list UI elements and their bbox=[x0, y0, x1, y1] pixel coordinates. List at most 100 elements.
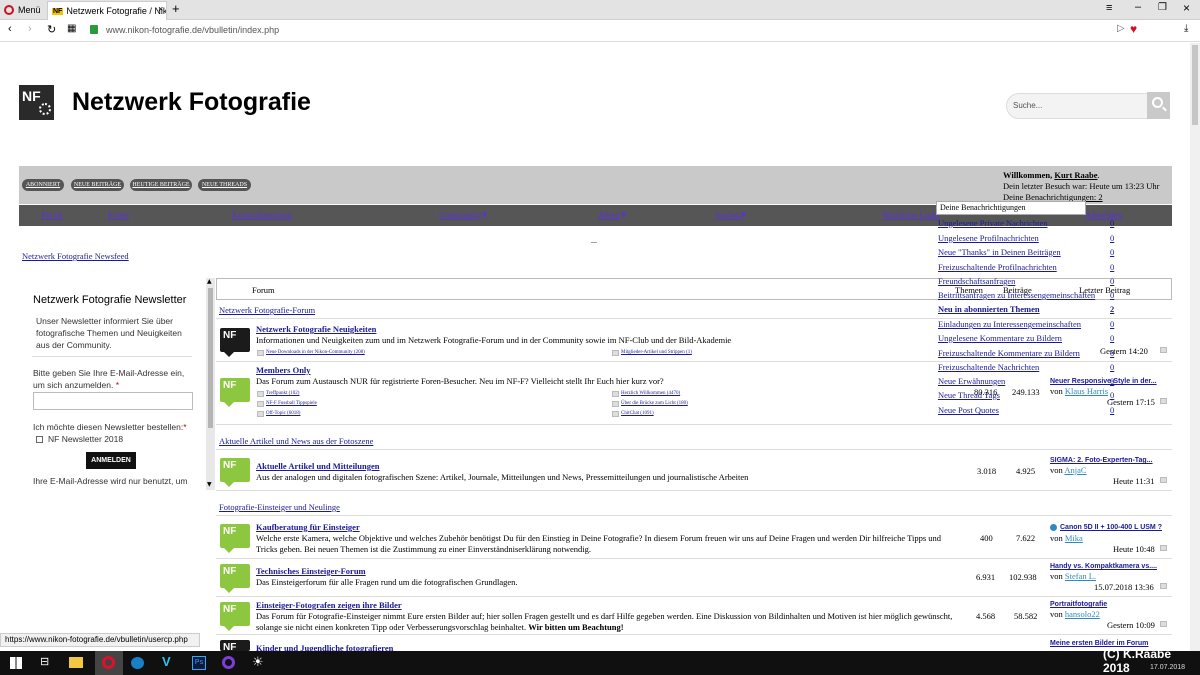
app-v-icon[interactable]: V bbox=[162, 654, 171, 669]
search-input[interactable]: Suche... bbox=[1006, 93, 1170, 119]
notif-item[interactable]: Neue "Thanks" in Deinen Beiträgen bbox=[938, 247, 1138, 257]
back-arrow-icon[interactable]: ‹ bbox=[8, 23, 12, 35]
site-logo[interactable]: NF bbox=[19, 85, 54, 120]
notif-count[interactable]: 0 bbox=[1110, 247, 1114, 257]
notif-item[interactable]: Einladungen zu Interessengemeinschaften bbox=[938, 319, 1138, 329]
opera-menu-button[interactable]: Menü bbox=[4, 3, 41, 17]
last-post-author-link[interactable]: Stefan L. bbox=[1065, 571, 1096, 581]
pill-neue-threads[interactable]: NEUE THREADS bbox=[198, 179, 251, 191]
last-post-title[interactable]: SIGMA: 2. Foto-Experten-Tag... bbox=[1050, 457, 1153, 464]
notif-item[interactable]: Neue Post Quotes bbox=[938, 405, 1138, 415]
go-to-post-icon[interactable] bbox=[1160, 398, 1167, 404]
notif-item[interactable]: Neu in abonnierten Themen bbox=[938, 304, 1138, 314]
scroll-up-icon[interactable]: ▲ bbox=[207, 278, 212, 285]
go-to-post-icon[interactable] bbox=[1160, 347, 1167, 353]
section-header[interactable]: Netzwerk Fotografie-Forum bbox=[219, 305, 315, 315]
subforum-link[interactable]: Mitglieder-Artikel und Strippen (1) bbox=[621, 350, 692, 355]
scroll-down-icon[interactable]: ▼ bbox=[207, 481, 212, 488]
brightness-icon[interactable]: ☀ bbox=[252, 654, 264, 670]
notif-item[interactable]: Neue Erwähnungen bbox=[938, 376, 1138, 386]
subforum-link[interactable]: Über die Brücke zum Licht (180) bbox=[621, 401, 688, 406]
opera-taskbar-icon[interactable] bbox=[95, 651, 123, 675]
close-window-icon[interactable]: × bbox=[1183, 1, 1190, 15]
forward-arrow-icon[interactable]: › bbox=[28, 23, 32, 35]
photoshop-icon[interactable]: Ps bbox=[192, 656, 206, 670]
file-explorer-icon[interactable] bbox=[69, 657, 83, 668]
forum-title[interactable]: Kaufberatung für Einsteiger bbox=[256, 522, 360, 532]
page-scrollbar[interactable] bbox=[1190, 43, 1200, 651]
notif-count[interactable]: 0 bbox=[1110, 390, 1114, 400]
forum-title[interactable]: Technisches Einsteiger-Forum bbox=[256, 566, 366, 576]
last-post-title[interactable]: Portraitfotografie bbox=[1050, 601, 1107, 608]
newsletter-checkbox[interactable] bbox=[36, 435, 43, 443]
notif-count[interactable]: 2 bbox=[1110, 304, 1114, 314]
pill-neue-beitraege[interactable]: NEUE BEITRÄGE bbox=[71, 179, 124, 191]
notif-count[interactable]: 0 bbox=[1110, 276, 1114, 286]
tab-close-icon[interactable]: × bbox=[158, 4, 163, 14]
newsletter-scrollbar[interactable]: ▲ ▼ bbox=[206, 278, 215, 490]
notif-item[interactable]: Ungelesene Profilnachrichten bbox=[938, 233, 1138, 243]
nav-alben[interactable]: Alben bbox=[598, 210, 620, 220]
email-field[interactable] bbox=[33, 392, 193, 410]
nav-nuetzliche-links[interactable]: Nützliche Links bbox=[882, 210, 940, 220]
section-header[interactable]: Fotografie-Einsteiger und Neulinge bbox=[219, 502, 340, 512]
go-to-post-icon[interactable] bbox=[1160, 545, 1167, 551]
nav-portal[interactable]: Portal bbox=[41, 210, 63, 220]
forum-title[interactable]: Members Only bbox=[256, 365, 311, 375]
scroll-thumb[interactable] bbox=[208, 288, 213, 428]
subscribe-button[interactable]: ANMELDEN bbox=[86, 452, 136, 469]
notif-item[interactable]: Neue Thread Tags bbox=[938, 390, 1138, 400]
notif-item[interactable]: Freundschaftsanfragen bbox=[938, 276, 1138, 286]
minimize-window-icon[interactable]: – bbox=[1135, 1, 1141, 13]
search-button[interactable] bbox=[1147, 92, 1170, 119]
notif-item[interactable]: Freizuschaltende Kommentare zu Bildern bbox=[938, 348, 1138, 358]
notif-count[interactable]: 0 bbox=[1110, 405, 1114, 415]
notif-item[interactable]: Beitrittsanfragen zu Interessengemeinsch… bbox=[938, 290, 1138, 300]
subforum-link[interactable]: Herzlich Willkommen (4470) bbox=[621, 391, 680, 396]
pill-heutige-beitraege[interactable]: HEUTIGE BEITRÄGE bbox=[130, 179, 192, 191]
forum-title[interactable]: Netzwerk Fotografie Neuigkeiten bbox=[256, 324, 376, 334]
download-icon[interactable]: ⤓ bbox=[1184, 23, 1188, 34]
go-to-post-icon[interactable] bbox=[1160, 621, 1167, 627]
page-scroll-thumb[interactable] bbox=[1192, 45, 1198, 125]
notif-count[interactable]: 0 bbox=[1110, 376, 1114, 386]
url-field[interactable]: www.nikon-fotografie.de/vbulletin/index.… bbox=[106, 25, 279, 35]
subforum-link[interactable]: Off-Topic (6018) bbox=[266, 411, 300, 416]
nav-suchen[interactable]: Suchen bbox=[715, 210, 742, 220]
forum-title[interactable]: Aktuelle Artikel und Mitteilungen bbox=[256, 461, 380, 471]
notif-count[interactable]: 0 bbox=[1110, 233, 1114, 243]
go-to-post-icon[interactable] bbox=[1160, 477, 1167, 483]
speed-dial-icon[interactable]: ▦ bbox=[67, 23, 76, 34]
last-post-title[interactable]: Handy vs. Kompaktkamera vs.... bbox=[1050, 563, 1157, 570]
notif-count[interactable]: 0 bbox=[1110, 262, 1114, 272]
subforum-link[interactable]: Neue Downloads in der Nikon-Community (2… bbox=[266, 350, 365, 355]
notif-item[interactable]: Ungelesene Private Nachrichten bbox=[938, 218, 1138, 228]
active-tab[interactable]: NF Netzwerk Fotografie / Nik bbox=[47, 1, 167, 20]
welcome-user-link[interactable]: Kurt Raabe bbox=[1054, 170, 1097, 180]
go-to-post-icon[interactable] bbox=[1160, 583, 1167, 589]
last-post-author-link[interactable]: Mika bbox=[1065, 533, 1083, 543]
forum-title[interactable]: Einsteiger-Fotografen zeigen ihre Bilder bbox=[256, 600, 402, 610]
notif-item[interactable]: Freizuschaltende Nachrichten bbox=[938, 362, 1138, 372]
notif-count[interactable]: 0 bbox=[1110, 290, 1114, 300]
subforum-link[interactable]: ChitChat (1091) bbox=[621, 411, 654, 416]
nav-community[interactable]: Community bbox=[439, 210, 482, 220]
restore-window-icon[interactable]: ❐ bbox=[1158, 2, 1167, 13]
tab-menu-icon[interactable]: ≡ bbox=[1106, 2, 1112, 14]
notif-item[interactable]: Ungelesene Kommentare zu Bildern bbox=[938, 333, 1138, 343]
send-to-icon[interactable]: ▷ bbox=[1117, 23, 1125, 34]
reload-icon[interactable]: ↻ bbox=[47, 23, 56, 36]
new-tab-button[interactable]: + bbox=[172, 1, 180, 16]
subforum-link[interactable]: Treffpunkt (102) bbox=[266, 391, 299, 396]
nav-kontrollzentrum[interactable]: Kontrollzentrum bbox=[232, 210, 292, 220]
task-view-icon[interactable]: ⊟ bbox=[40, 655, 49, 668]
site-title[interactable]: Netzwerk Fotografie bbox=[72, 88, 311, 117]
notif-count[interactable]: 0 bbox=[1110, 319, 1114, 329]
notif-count[interactable]: 0 bbox=[1110, 218, 1114, 228]
windows-start-icon[interactable] bbox=[10, 657, 22, 669]
last-post-author-link[interactable]: hansolo22 bbox=[1065, 609, 1100, 619]
notif-item[interactable]: Freizuschaltende Profilnachrichten bbox=[938, 262, 1138, 272]
messenger-icon[interactable] bbox=[131, 657, 144, 669]
section-header[interactable]: Aktuelle Artikel und News aus der Fotosz… bbox=[219, 436, 373, 446]
newsfeed-link[interactable]: Netzwerk Fotografie Newsfeed bbox=[22, 251, 129, 261]
